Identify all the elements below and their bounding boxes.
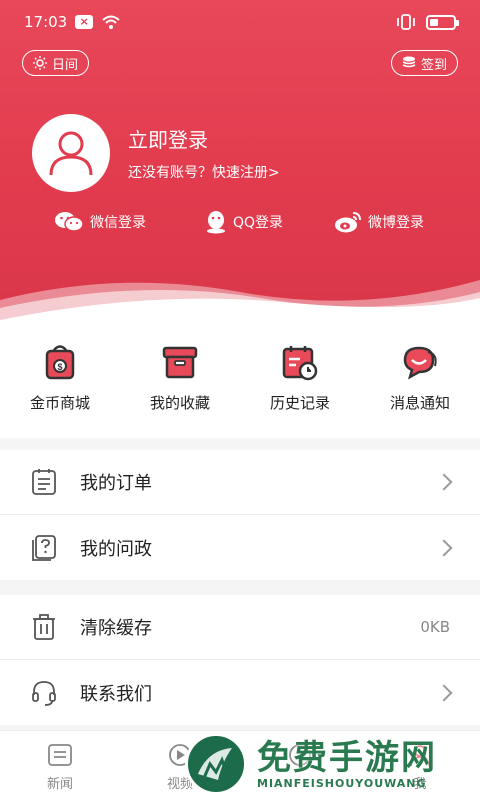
trash-icon (33, 614, 55, 640)
user-avatar-icon (49, 131, 93, 176)
chat-bubble-icon (403, 346, 437, 380)
watermark-subtitle: MIANFEISHOUYOUWANG (257, 776, 427, 790)
row-label: 我的订单 (80, 473, 152, 494)
wechat-login-label: 微信登录 (90, 215, 146, 231)
sign-in-label: 签到 (420, 57, 447, 73)
battery-icon (426, 14, 459, 30)
list-item-my-orders[interactable]: 我的订单 (0, 450, 480, 515)
quick-item-favorites[interactable]: 我的收藏 (120, 330, 240, 438)
qq-icon (207, 211, 225, 234)
header-wave (0, 280, 480, 330)
watermark-logo-icon (185, 733, 247, 795)
coin-bag-icon: $ (45, 345, 75, 380)
row-label: 我的问政 (80, 538, 152, 560)
quick-label: 金币商城 (29, 394, 90, 412)
watermark-title: 免费手游网 (257, 737, 437, 778)
day-mode-toggle[interactable]: 日间 (22, 50, 90, 76)
svg-text:$: $ (57, 362, 62, 372)
list-item-clear-cache[interactable]: 清除缓存 0KB (0, 595, 480, 660)
day-mode-label: 日间 (52, 57, 79, 73)
notification-badge-icon: × (75, 15, 94, 29)
cache-size: 0KB (420, 618, 450, 636)
chevron-right-icon (435, 539, 453, 556)
quick-item-notifications[interactable]: 消息通知 (360, 330, 480, 438)
avatar[interactable] (32, 114, 110, 192)
row-label: 清除缓存 (80, 618, 152, 639)
quick-label: 历史记录 (269, 394, 330, 412)
list-orders-section: 我的订单 我的问政 (0, 450, 480, 580)
order-list-icon (32, 469, 56, 495)
status-time: 17:03 (24, 13, 68, 31)
weibo-login-label: 微博登录 (368, 215, 424, 231)
weibo-login-button[interactable]: 微博登录 (334, 210, 424, 234)
headset-icon (32, 680, 56, 706)
list-item-my-inquiries[interactable]: 我的问政 (0, 515, 480, 580)
qq-login-label: QQ登录 (233, 215, 284, 231)
quick-item-coin-mall[interactable]: $ 金币商城 (0, 330, 120, 438)
quick-label: 消息通知 (389, 394, 450, 412)
sun-icon (33, 56, 47, 70)
coin-stack-icon (402, 56, 416, 68)
chevron-right-icon (435, 473, 453, 491)
wifi-icon (102, 15, 120, 29)
nav-item-news[interactable]: 新闻 (0, 731, 120, 800)
login-title[interactable]: 立即登录 (128, 124, 208, 153)
wechat-icon (55, 212, 84, 232)
quick-label: 我的收藏 (149, 394, 210, 412)
calendar-clock-icon (282, 346, 318, 381)
nav-label: 新闻 (46, 777, 73, 792)
box-icon (162, 346, 198, 379)
wechat-login-button[interactable]: 微信登录 (54, 210, 146, 234)
sign-in-button[interactable]: 签到 (390, 50, 458, 76)
quick-item-history[interactable]: 历史记录 (240, 330, 360, 438)
news-icon (48, 744, 72, 766)
register-link[interactable]: 还没有账号？快速注册> (128, 162, 280, 182)
list-item-contact-us[interactable]: 联系我们 (0, 660, 480, 725)
site-watermark: 免费手游网 MIANFEISHOUYOUWANG (185, 728, 480, 800)
status-bar: 17:03 × (0, 0, 480, 44)
quick-actions: $ 金币商城 我的收藏 历史记录 消息通知 (0, 330, 480, 438)
row-label: 联系我们 (80, 683, 152, 705)
weibo-icon (335, 212, 361, 233)
vibrate-icon (397, 14, 415, 30)
list-settings-section: 清除缓存 0KB 联系我们 (0, 595, 480, 725)
qq-login-button[interactable]: QQ登录 (205, 210, 283, 234)
question-doc-icon (32, 534, 56, 561)
leaf-m-icon (198, 748, 232, 780)
chevron-right-icon (435, 684, 453, 701)
profile-header: 17:03 × 日间 签到 立即登录 还没有账号？快速注册> 微信登录 QQ登录… (0, 0, 480, 330)
